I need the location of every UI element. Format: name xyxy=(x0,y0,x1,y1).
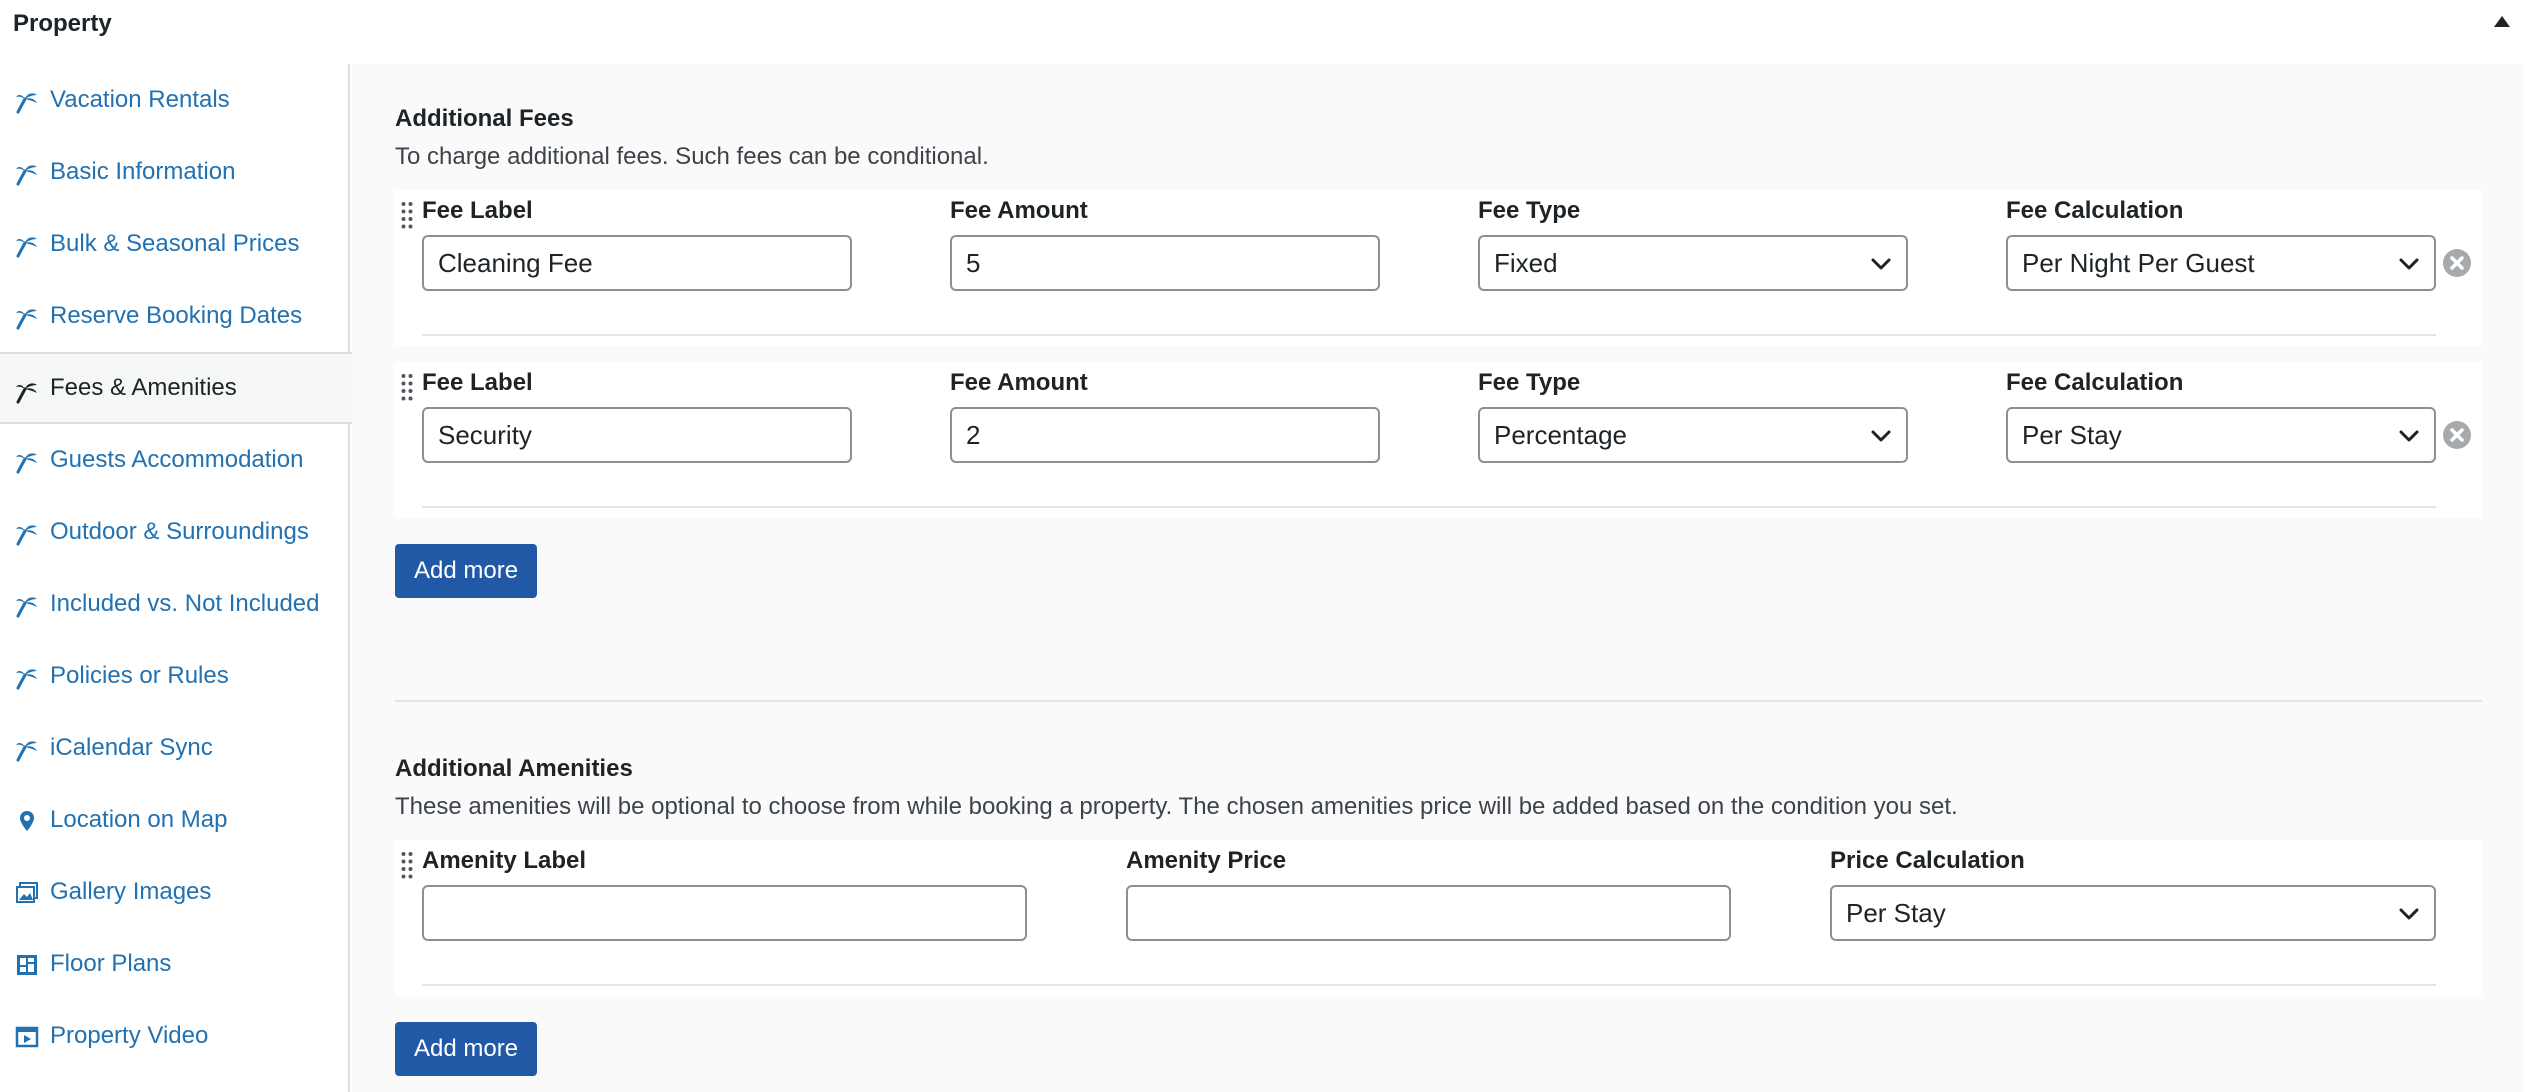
sidebar-item-gallery-images[interactable]: Gallery Images xyxy=(0,856,350,928)
fee-label-title: Fee Label xyxy=(422,197,533,224)
fee-calculation-title: Fee Calculation xyxy=(2006,369,2184,396)
fees-section-title: Additional Fees xyxy=(395,105,574,132)
fee-type-title: Fee Type xyxy=(1478,197,1581,224)
fee-amount-title: Fee Amount xyxy=(950,369,1088,396)
gallery-icon xyxy=(16,882,38,903)
sidebar-item-label: Reserve Booking Dates xyxy=(50,302,303,329)
palm-tree-icon xyxy=(16,525,37,546)
fee-type-select[interactable]: Percentage xyxy=(1478,407,1908,463)
palm-tree-icon xyxy=(16,309,37,330)
fee-calculation-value: Per Stay xyxy=(2022,419,2122,450)
row-divider xyxy=(422,334,2436,336)
amenity-label-input[interactable] xyxy=(422,885,1027,941)
sidebar-item-vacation-rentals[interactable]: Vacation Rentals xyxy=(0,64,350,136)
sidebar-nav: Vacation Rentals Basic Information Bulk … xyxy=(0,64,352,1092)
fee-label-input[interactable] xyxy=(422,407,852,463)
metabox-header: Property xyxy=(0,0,2524,52)
palm-tree-icon xyxy=(16,165,37,186)
palm-tree-icon xyxy=(16,237,37,258)
drag-handle-icon[interactable] xyxy=(400,851,414,879)
sidebar-item-label: Floor Plans xyxy=(50,950,172,977)
collapse-arrow-icon[interactable] xyxy=(2494,16,2510,27)
sidebar-item-bulk-seasonal-prices[interactable]: Bulk & Seasonal Prices xyxy=(0,208,350,280)
sidebar-item-icalendar-sync[interactable]: iCalendar Sync xyxy=(0,712,350,784)
add-fee-button[interactable]: Add more xyxy=(395,544,538,598)
row-divider xyxy=(422,506,2436,508)
section-separator xyxy=(395,700,2482,702)
amenities-section-description: These amenities will be optional to choo… xyxy=(395,793,1958,820)
fee-calculation-title: Fee Calculation xyxy=(2006,197,2184,224)
sidebar-item-label: Gallery Images xyxy=(50,878,212,905)
sidebar-item-label: iCalendar Sync xyxy=(50,734,213,761)
chevron-down-icon xyxy=(1871,258,1891,270)
price-calculation-title: Price Calculation xyxy=(1830,847,2025,874)
sidebar-item-basic-information[interactable]: Basic Information xyxy=(0,136,350,208)
fee-row: Fee Label Fee Amount Fee Type Fixed Fee … xyxy=(395,190,2482,346)
floor-plan-icon xyxy=(17,955,37,975)
sidebar-item-included-not-included[interactable]: Included vs. Not Included xyxy=(0,568,350,640)
remove-row-icon[interactable] xyxy=(2442,248,2472,278)
sidebar-item-floor-plans[interactable]: Floor Plans xyxy=(0,928,350,1000)
chevron-down-icon xyxy=(1871,430,1891,442)
fee-calculation-select[interactable]: Per Stay xyxy=(2006,407,2436,463)
sidebar-item-fees-amenities[interactable]: Fees & Amenities xyxy=(0,352,352,424)
row-divider xyxy=(422,984,2436,986)
main-panel: Additional Fees To charge additional fee… xyxy=(352,64,2524,1092)
map-pin-icon xyxy=(20,811,34,831)
fee-label-title: Fee Label xyxy=(422,369,533,396)
sidebar-item-label: Fees & Amenities xyxy=(50,374,237,401)
fees-section-description: To charge additional fees. Such fees can… xyxy=(395,143,989,170)
amenity-price-title: Amenity Price xyxy=(1126,847,1287,874)
amenities-section-title: Additional Amenities xyxy=(395,755,633,782)
sidebar-item-label: Included vs. Not Included xyxy=(50,590,320,617)
fee-type-value: Percentage xyxy=(1494,419,1627,450)
fee-label-input[interactable] xyxy=(422,235,852,291)
fee-row: Fee Label Fee Amount Fee Type Percentage… xyxy=(395,362,2482,518)
price-calculation-value: Per Stay xyxy=(1846,897,1946,928)
sidebar-item-property-video[interactable]: Property Video xyxy=(0,1000,350,1072)
sidebar-item-label: Policies or Rules xyxy=(50,662,229,689)
amenity-label-title: Amenity Label xyxy=(422,847,587,874)
price-calculation-select[interactable]: Per Stay xyxy=(1830,885,2436,941)
fee-type-title: Fee Type xyxy=(1478,369,1581,396)
sidebar-item-policies-rules[interactable]: Policies or Rules xyxy=(0,640,350,712)
sidebar-item-guests-accommodation[interactable]: Guests Accommodation xyxy=(0,424,350,496)
palm-tree-icon xyxy=(16,453,37,474)
fee-calculation-select[interactable]: Per Night Per Guest xyxy=(2006,235,2436,291)
add-amenity-button[interactable]: Add more xyxy=(395,1022,538,1076)
sidebar-item-reserve-booking-dates[interactable]: Reserve Booking Dates xyxy=(0,280,350,352)
palm-tree-icon xyxy=(16,383,37,404)
palm-tree-icon xyxy=(16,669,37,690)
fee-calculation-value: Per Night Per Guest xyxy=(2022,247,2255,278)
palm-tree-icon xyxy=(16,597,37,618)
sidebar-item-label: Vacation Rentals xyxy=(50,86,230,113)
chevron-down-icon xyxy=(2399,908,2419,920)
sidebar-item-label: Location on Map xyxy=(50,806,228,833)
metabox-title: Property xyxy=(13,10,112,37)
sidebar-item-label: Outdoor & Surroundings xyxy=(50,518,309,545)
fee-type-value: Fixed xyxy=(1494,247,1558,278)
sidebar-item-label: Guests Accommodation xyxy=(50,446,304,473)
chevron-down-icon xyxy=(2399,258,2419,270)
palm-tree-icon xyxy=(16,741,37,762)
sidebar-item-label: Property Video xyxy=(50,1022,209,1049)
palm-tree-icon xyxy=(16,93,37,114)
chevron-down-icon xyxy=(2399,430,2419,442)
sidebar-item-location-on-map[interactable]: Location on Map xyxy=(0,784,350,856)
sidebar-item-outdoor-surroundings[interactable]: Outdoor & Surroundings xyxy=(0,496,350,568)
drag-handle-icon[interactable] xyxy=(400,201,414,229)
fee-amount-title: Fee Amount xyxy=(950,197,1088,224)
drag-handle-icon[interactable] xyxy=(400,373,414,401)
fee-amount-input[interactable] xyxy=(950,235,1380,291)
fee-type-select[interactable]: Fixed xyxy=(1478,235,1908,291)
remove-row-icon[interactable] xyxy=(2442,420,2472,450)
fee-amount-input[interactable] xyxy=(950,407,1380,463)
video-icon xyxy=(15,1026,39,1048)
sidebar-item-label: Bulk & Seasonal Prices xyxy=(50,230,300,257)
amenity-price-input[interactable] xyxy=(1126,885,1731,941)
sidebar-item-label: Basic Information xyxy=(50,158,236,185)
amenity-row: Amenity Label Amenity Price Price Calcul… xyxy=(395,840,2482,996)
